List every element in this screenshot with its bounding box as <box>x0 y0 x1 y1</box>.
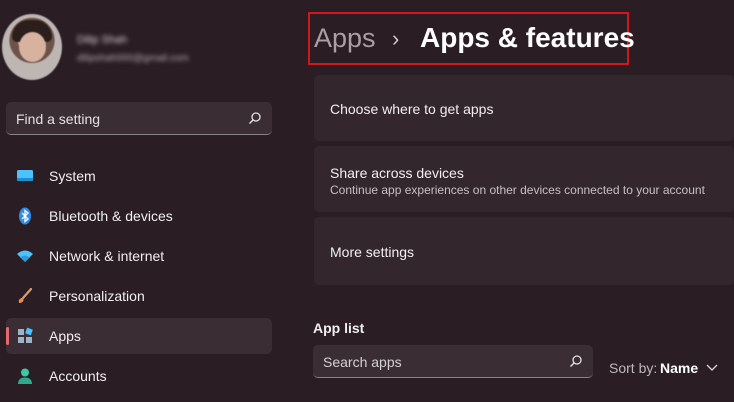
monitor-icon <box>17 170 33 181</box>
card-subtitle: Continue app experiences on other device… <box>330 183 705 197</box>
app-list-heading: App list <box>313 320 365 336</box>
sidebar-item-label: Personalization <box>49 288 145 304</box>
active-indicator <box>6 327 9 345</box>
sidebar-item-accounts[interactable]: Accounts <box>6 358 272 394</box>
more-settings-card[interactable]: More settings <box>314 217 734 285</box>
sort-by-label: Sort by: <box>609 360 658 376</box>
apps-icon <box>18 327 33 343</box>
sidebar-item-label: Bluetooth & devices <box>49 208 173 224</box>
user-profile[interactable]: Dilip Shah dilipshah000@gmail.com <box>0 0 290 90</box>
bluetooth-icon <box>19 207 31 225</box>
sidebar-nav: System Bluetooth & devices Network & int… <box>6 158 272 398</box>
brush-icon <box>18 287 33 303</box>
breadcrumb: Apps › Apps & features <box>308 12 635 65</box>
breadcrumb-parent[interactable]: Apps <box>314 23 376 54</box>
sidebar-item-apps[interactable]: Apps <box>6 318 272 354</box>
sort-by-dropdown[interactable]: Name <box>660 360 698 376</box>
wifi-icon <box>17 250 33 262</box>
card-title: Share across devices <box>330 165 464 181</box>
choose-where-to-get-apps-card[interactable]: Choose where to get apps <box>314 75 734 141</box>
person-icon <box>18 368 32 384</box>
search-apps-input[interactable]: Search apps <box>313 345 593 378</box>
profile-email: dilipshah000@gmail.com <box>77 53 189 64</box>
sidebar-item-network[interactable]: Network & internet <box>6 238 272 274</box>
profile-name: Dilip Shah <box>77 34 128 46</box>
find-setting-input[interactable]: Find a setting <box>6 102 272 135</box>
page-title: Apps & features <box>420 22 635 53</box>
sidebar-item-system[interactable]: System <box>6 158 272 194</box>
card-title: Choose where to get apps <box>330 101 494 117</box>
sidebar-item-label: System <box>49 168 96 184</box>
card-title: More settings <box>330 244 415 260</box>
sidebar-item-bluetooth[interactable]: Bluetooth & devices <box>6 198 272 234</box>
chevron-down-icon[interactable] <box>705 363 719 373</box>
search-apps-placeholder: Search apps <box>323 354 402 370</box>
search-icon[interactable] <box>248 111 262 125</box>
find-setting-placeholder: Find a setting <box>16 111 101 127</box>
sidebar: Dilip Shah dilipshah000@gmail.com Find a… <box>0 0 290 402</box>
sidebar-item-personalization[interactable]: Personalization <box>6 278 272 314</box>
share-across-devices-card[interactable]: Share across devices Continue app experi… <box>314 146 734 212</box>
sidebar-item-label: Accounts <box>49 368 107 384</box>
settings-window: Dilip Shah dilipshah000@gmail.com Find a… <box>0 0 734 402</box>
main-content: Apps › Apps & features Choose where to g… <box>300 0 734 402</box>
search-icon[interactable] <box>569 354 583 368</box>
sidebar-item-label: Apps <box>49 328 81 344</box>
sidebar-item-label: Network & internet <box>49 248 165 264</box>
avatar <box>2 14 62 80</box>
chevron-right-icon: › <box>392 26 400 51</box>
